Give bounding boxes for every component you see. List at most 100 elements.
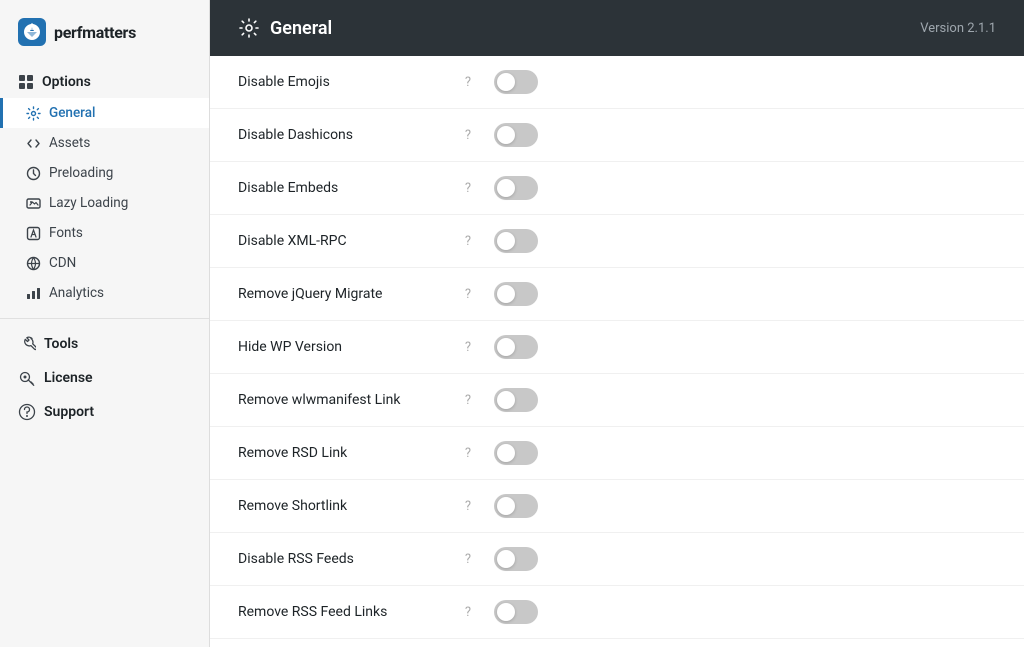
sidebar: perfmatters Options General — [0, 0, 210, 647]
sidebar-item-cdn-label: CDN — [49, 255, 76, 271]
header-title-area: General — [238, 17, 332, 39]
sidebar-item-license[interactable]: License — [0, 361, 209, 395]
logo-icon — [18, 18, 46, 46]
settings-body: Disable Emojis?Disable Dashicons?Disable… — [210, 56, 1024, 647]
toggle-track — [494, 388, 538, 412]
help-icon[interactable]: ? — [458, 231, 478, 251]
sidebar-item-analytics-label: Analytics — [49, 285, 104, 301]
settings-row: Disable Dashicons? — [210, 109, 1024, 162]
sidebar-item-tools[interactable]: Tools — [0, 327, 209, 361]
toggle-switch[interactable] — [494, 441, 538, 465]
toggle-switch[interactable] — [494, 229, 538, 253]
sidebar-item-preloading-label: Preloading — [49, 165, 113, 181]
settings-row: Disable Self Pingbacks? — [210, 639, 1024, 647]
toggle-track — [494, 229, 538, 253]
grid-icon — [18, 74, 34, 90]
header-title: General — [270, 18, 332, 39]
toggle-track — [494, 70, 538, 94]
gear-icon — [26, 106, 41, 121]
help-icon[interactable]: ? — [458, 178, 478, 198]
settings-label: Disable Dashicons — [238, 127, 458, 143]
toggle-track — [494, 494, 538, 518]
analytics-icon — [26, 286, 41, 301]
main-content: General Version 2.1.1 Disable Emojis?Dis… — [210, 0, 1024, 647]
sidebar-bottom: Tools License — [0, 318, 209, 429]
toggle-track — [494, 547, 538, 571]
settings-row: Remove RSD Link? — [210, 427, 1024, 480]
help-icon[interactable]: ? — [458, 284, 478, 304]
toggle-switch[interactable] — [494, 70, 538, 94]
settings-row: Remove RSS Feed Links? — [210, 586, 1024, 639]
section-options-label: Options — [42, 74, 91, 90]
settings-row: Disable Embeds? — [210, 162, 1024, 215]
settings-label: Remove wlwmanifest Link — [238, 392, 458, 408]
help-icon[interactable]: ? — [458, 72, 478, 92]
settings-row: Hide WP Version? — [210, 321, 1024, 374]
settings-label: Disable XML-RPC — [238, 233, 458, 249]
help-icon[interactable]: ? — [458, 602, 478, 622]
toggle-track — [494, 282, 538, 306]
header-version: Version 2.1.1 — [920, 21, 996, 36]
sidebar-item-analytics[interactable]: Analytics — [0, 278, 209, 308]
wrench-icon — [18, 335, 36, 353]
sidebar-item-assets[interactable]: Assets — [0, 128, 209, 158]
settings-label: Disable RSS Feeds — [238, 551, 458, 567]
sidebar-section-options[interactable]: Options — [0, 66, 209, 98]
help-icon[interactable]: ? — [458, 496, 478, 516]
toggle-switch[interactable] — [494, 176, 538, 200]
toggle-switch[interactable] — [494, 494, 538, 518]
settings-label: Disable Emojis — [238, 74, 458, 90]
sidebar-item-tools-label: Tools — [44, 336, 78, 352]
sidebar-item-support-label: Support — [44, 404, 94, 420]
settings-row: Disable RSS Feeds? — [210, 533, 1024, 586]
sidebar-item-fonts-label: Fonts — [49, 225, 83, 241]
support-icon — [18, 403, 36, 421]
globe-icon — [26, 256, 41, 271]
main-header: General Version 2.1.1 — [210, 0, 1024, 56]
sidebar-item-license-label: License — [44, 370, 93, 386]
logo-text: perfmatters — [54, 23, 136, 42]
toggle-switch[interactable] — [494, 600, 538, 624]
general-header-icon — [238, 17, 260, 39]
settings-label: Remove Shortlink — [238, 498, 458, 514]
settings-label: Remove RSS Feed Links — [238, 604, 458, 620]
help-icon[interactable]: ? — [458, 549, 478, 569]
help-icon[interactable]: ? — [458, 337, 478, 357]
settings-row: Disable Emojis? — [210, 56, 1024, 109]
settings-row: Remove Shortlink? — [210, 480, 1024, 533]
settings-row: Disable XML-RPC? — [210, 215, 1024, 268]
settings-row: Remove wlwmanifest Link? — [210, 374, 1024, 427]
settings-label: Remove jQuery Migrate — [238, 286, 458, 302]
sidebar-item-fonts[interactable]: Fonts — [0, 218, 209, 248]
help-icon[interactable]: ? — [458, 125, 478, 145]
settings-label: Disable Embeds — [238, 180, 458, 196]
settings-label: Remove RSD Link — [238, 445, 458, 461]
code-icon — [26, 136, 41, 151]
sidebar-item-support[interactable]: Support — [0, 395, 209, 429]
toggle-track — [494, 176, 538, 200]
help-icon[interactable]: ? — [458, 390, 478, 410]
toggle-switch[interactable] — [494, 388, 538, 412]
toggle-track — [494, 600, 538, 624]
sidebar-item-lazy-loading[interactable]: Lazy Loading — [0, 188, 209, 218]
sidebar-item-lazy-loading-label: Lazy Loading — [49, 195, 128, 211]
settings-label: Hide WP Version — [238, 339, 458, 355]
toggle-switch[interactable] — [494, 335, 538, 359]
toggle-track — [494, 123, 538, 147]
toggle-switch[interactable] — [494, 282, 538, 306]
preloading-icon — [26, 166, 41, 181]
sidebar-nav: Options General Assets — [0, 62, 209, 433]
lazy-loading-icon — [26, 196, 41, 211]
toggle-track — [494, 335, 538, 359]
sidebar-item-general-label: General — [49, 105, 95, 121]
toggle-switch[interactable] — [494, 547, 538, 571]
fonts-icon — [26, 226, 41, 241]
sidebar-item-assets-label: Assets — [49, 135, 90, 151]
toggle-switch[interactable] — [494, 123, 538, 147]
sidebar-item-preloading[interactable]: Preloading — [0, 158, 209, 188]
sidebar-item-general[interactable]: General — [0, 98, 209, 128]
sidebar-item-cdn[interactable]: CDN — [0, 248, 209, 278]
help-icon[interactable]: ? — [458, 443, 478, 463]
key-icon — [18, 369, 36, 387]
settings-row: Remove jQuery Migrate? — [210, 268, 1024, 321]
